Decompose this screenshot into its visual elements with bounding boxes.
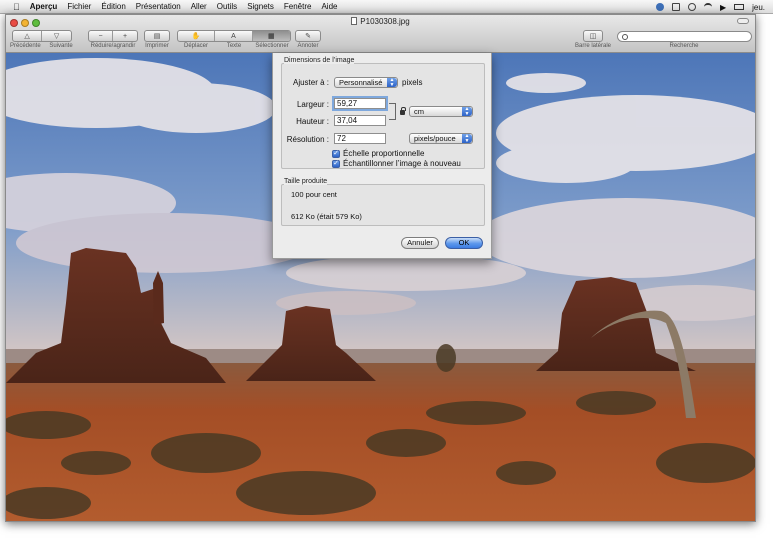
- battery-icon[interactable]: [734, 4, 745, 10]
- menu-window[interactable]: Fenêtre: [284, 2, 312, 11]
- menu-tools[interactable]: Outils: [217, 2, 237, 11]
- menu-edit[interactable]: Édition: [101, 2, 125, 11]
- print-icon: ▤: [153, 33, 161, 40]
- apple-menu-icon[interactable]: : [13, 2, 20, 12]
- previous-next-group: △ ▽: [12, 30, 72, 42]
- result-size: 612 Ko (était 579 Ko): [291, 212, 362, 221]
- resolution-label: Résolution :: [286, 135, 329, 144]
- search-field[interactable]: [617, 31, 752, 42]
- checkmark-icon: ✓: [332, 149, 340, 158]
- height-field[interactable]: 37,04: [334, 115, 386, 126]
- fit-popup[interactable]: Personnalisé ▲ ▼: [334, 77, 398, 88]
- menu-file[interactable]: Fichier: [67, 2, 91, 11]
- resolution-unit-popup[interactable]: pixels/pouce ▲ ▼: [409, 133, 473, 144]
- search-label: Recherche: [669, 43, 699, 49]
- zoom-out-button[interactable]: −: [89, 31, 114, 41]
- text-cursor-icon: A: [231, 32, 236, 40]
- zoom-group: − +: [88, 30, 138, 42]
- plus-icon: +: [122, 32, 128, 40]
- growl-icon[interactable]: [655, 3, 664, 11]
- arrow-down-icon: ▽: [53, 33, 60, 40]
- window-title: P1030308.jpg: [6, 17, 755, 26]
- text-label: Texte: [226, 43, 242, 49]
- menu-go[interactable]: Aller: [191, 2, 207, 11]
- menu-app[interactable]: Aperçu: [30, 2, 58, 11]
- search-icon: [622, 33, 628, 40]
- width-label: Largeur :: [296, 100, 329, 109]
- annotate-group: ✎: [295, 30, 321, 42]
- sidebar-group: ◫: [583, 30, 603, 42]
- text-tool-button[interactable]: A: [215, 31, 253, 41]
- result-percent: 100 pour cent: [291, 190, 337, 199]
- resolution-field[interactable]: 72: [334, 133, 386, 144]
- menu-clock[interactable]: jeu.: [752, 3, 765, 12]
- preview-window: P1030308.jpg △ ▽ Précédente Suivante − +…: [5, 14, 756, 522]
- window-titlebar: P1030308.jpg △ ▽ Précédente Suivante − +…: [6, 15, 755, 53]
- popup-arrows-icon: ▲ ▼: [462, 134, 472, 143]
- menu-help[interactable]: Aide: [321, 2, 337, 11]
- pencil-icon: ✎: [305, 33, 311, 40]
- width-field[interactable]: 59,27: [334, 98, 386, 109]
- proportion-bracket: [389, 103, 396, 120]
- popup-arrows-icon: ▲ ▼: [387, 78, 397, 87]
- move-tool-button[interactable]: ✋: [178, 31, 216, 41]
- document-icon: [351, 17, 358, 25]
- hand-icon: ✋: [191, 33, 201, 40]
- sidebar-button[interactable]: ◫: [584, 31, 602, 41]
- zoom-label: Réduire/agrandir: [90, 43, 136, 49]
- result-title: Taille produite: [284, 178, 328, 185]
- print-button[interactable]: ▤: [145, 31, 169, 41]
- dimensions-title: Dimensions de l’image: [284, 57, 355, 64]
- scale-checkbox[interactable]: ✓ Échelle proportionnelle: [332, 149, 424, 158]
- annotate-label: Annoter: [297, 43, 319, 49]
- fit-label: Ajuster à :: [292, 78, 329, 87]
- next-label: Suivante: [49, 43, 73, 49]
- minus-icon: −: [98, 32, 103, 40]
- menu-bar:  Aperçu Fichier Édition Présentation Al…: [0, 0, 773, 14]
- previous-button[interactable]: △: [13, 31, 43, 41]
- sidebar-icon: ◫: [589, 33, 597, 40]
- select-tool-button[interactable]: ▦: [252, 31, 290, 41]
- select-label: Sélectionner: [255, 43, 289, 49]
- clipboard-icon[interactable]: [671, 3, 680, 11]
- tool-group: ✋ A ▦: [177, 30, 291, 42]
- print-label: Imprimer: [145, 43, 169, 49]
- checkmark-icon: ✓: [332, 159, 340, 168]
- wifi-icon[interactable]: [703, 3, 712, 11]
- sidebar-label: Barre latérale: [574, 43, 612, 49]
- fit-unit-label: pixels: [402, 78, 423, 87]
- volume-icon[interactable]: ▶: [720, 3, 726, 12]
- toolbar-toggle-button[interactable]: [737, 18, 749, 24]
- popup-arrows-icon: ▲ ▼: [462, 107, 472, 116]
- annotate-button[interactable]: ✎: [296, 31, 320, 41]
- previous-label: Précédente: [10, 43, 41, 49]
- sync-icon[interactable]: [687, 3, 696, 11]
- resample-checkbox[interactable]: ✓ Échantillonner l’image à nouveau: [332, 159, 461, 168]
- cancel-button[interactable]: Annuler: [401, 237, 439, 249]
- next-button[interactable]: ▽: [42, 31, 71, 41]
- height-label: Hauteur :: [296, 117, 329, 126]
- arrow-up-icon: △: [24, 33, 30, 40]
- menu-view[interactable]: Présentation: [136, 2, 181, 11]
- print-group: ▤: [144, 30, 170, 42]
- zoom-in-button[interactable]: +: [113, 31, 137, 41]
- selection-icon: ▦: [268, 33, 275, 40]
- ok-button[interactable]: OK: [445, 237, 483, 249]
- move-label: Déplacer: [183, 43, 208, 49]
- lock-icon[interactable]: [400, 107, 406, 115]
- menu-bookmarks[interactable]: Signets: [247, 2, 274, 11]
- unit-popup[interactable]: cm ▲ ▼: [409, 106, 473, 117]
- image-size-sheet: Dimensions de l’image Ajuster à : Person…: [272, 53, 492, 259]
